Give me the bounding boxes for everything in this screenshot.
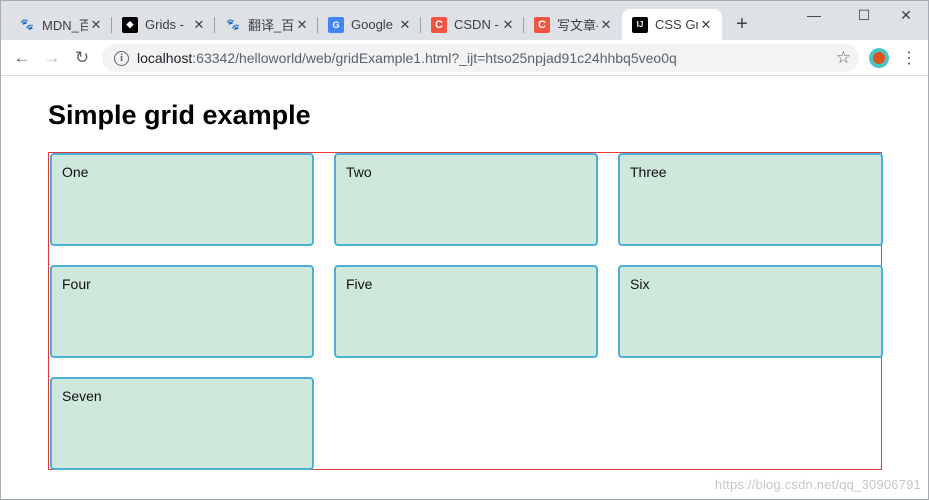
back-arrow-icon[interactable]: ←: [9, 45, 35, 71]
browser-toolbar: ← → ↻ i localhost:63342/helloworld/web/g…: [1, 40, 928, 76]
tab-csdn[interactable]: C CSDN - ✕: [421, 9, 524, 40]
tab-write-article[interactable]: C 写文章- ✕: [524, 9, 622, 40]
browser-window: 🐾 MDN_百 ✕ ◆ Grids - ✕ 🐾 翻译_百 ✕ G Google …: [0, 0, 929, 500]
google-translate-icon: G: [328, 16, 344, 33]
close-window-icon[interactable]: ✕: [883, 1, 928, 29]
close-icon[interactable]: ✕: [500, 17, 516, 33]
tab-mdn[interactable]: 🐾 MDN_百 ✕: [9, 9, 112, 40]
close-icon[interactable]: ✕: [698, 17, 714, 33]
close-icon[interactable]: ✕: [397, 17, 413, 33]
close-icon[interactable]: ✕: [294, 17, 310, 33]
grid-container: One Two Three Four Five Six Seven: [48, 152, 883, 470]
baidu-paw-icon: 🐾: [226, 19, 240, 31]
grid-cell-three: Three: [618, 153, 883, 246]
grid-cell-six: Six: [618, 265, 883, 358]
tab-translate[interactable]: 🐾 翻译_百 ✕: [215, 9, 318, 40]
info-icon[interactable]: i: [114, 50, 129, 66]
grid-cell-seven: Seven: [50, 377, 314, 470]
tab-title: 写文章-: [557, 18, 598, 33]
tab-strip: 🐾 MDN_百 ✕ ◆ Grids - ✕ 🐾 翻译_百 ✕ G Google …: [1, 1, 928, 40]
grid-cell-five: Five: [334, 265, 598, 358]
tab-title: CSS Gri: [655, 17, 698, 32]
url-text[interactable]: localhost:63342/helloworld/web/gridExamp…: [137, 50, 677, 66]
basketball-icon: [873, 52, 885, 64]
grid-cell-four: Four: [50, 265, 314, 358]
close-icon[interactable]: ✕: [191, 17, 207, 33]
maximize-icon[interactable]: ☐: [841, 1, 887, 29]
tab-grids[interactable]: ◆ Grids - ✕: [112, 9, 215, 40]
minimize-icon[interactable]: —: [791, 1, 837, 29]
reload-icon[interactable]: ↻: [69, 45, 95, 71]
jetbrains-icon: IJ: [632, 16, 648, 33]
close-icon[interactable]: ✕: [88, 17, 104, 33]
tab-title: Google: [351, 17, 393, 32]
more-menu-icon[interactable]: ⋮: [899, 45, 919, 71]
tab-title: MDN_百: [42, 18, 88, 33]
watermark: https://blog.csdn.net/qq_30906791: [714, 477, 921, 492]
tab-google[interactable]: G Google ✕: [318, 9, 421, 40]
csdn-icon: C: [431, 16, 447, 33]
page-title: Simple grid example: [48, 100, 311, 130]
close-icon[interactable]: ✕: [598, 17, 614, 33]
csdn-icon: C: [534, 16, 550, 33]
grid-cell-one: One: [50, 153, 314, 246]
baidu-paw-icon: 🐾: [20, 19, 34, 31]
profile-avatar[interactable]: [869, 48, 889, 68]
new-tab-button[interactable]: +: [732, 13, 752, 35]
tab-css-grid[interactable]: IJ CSS Gri ✕: [622, 9, 722, 40]
page-content: Simple grid example One Two Three Four F…: [1, 76, 928, 499]
address-bar[interactable]: i localhost:63342/helloworld/web/gridExa…: [102, 44, 859, 72]
forward-arrow-icon[interactable]: →: [39, 45, 65, 71]
tab-title: 翻译_百: [248, 18, 294, 33]
bookmark-star-icon[interactable]: ☆: [836, 48, 851, 68]
mdn-icon: ◆: [122, 16, 138, 33]
grid-cell-two: Two: [334, 153, 598, 246]
tab-title: CSDN -: [454, 17, 499, 32]
tab-title: Grids -: [145, 17, 184, 32]
